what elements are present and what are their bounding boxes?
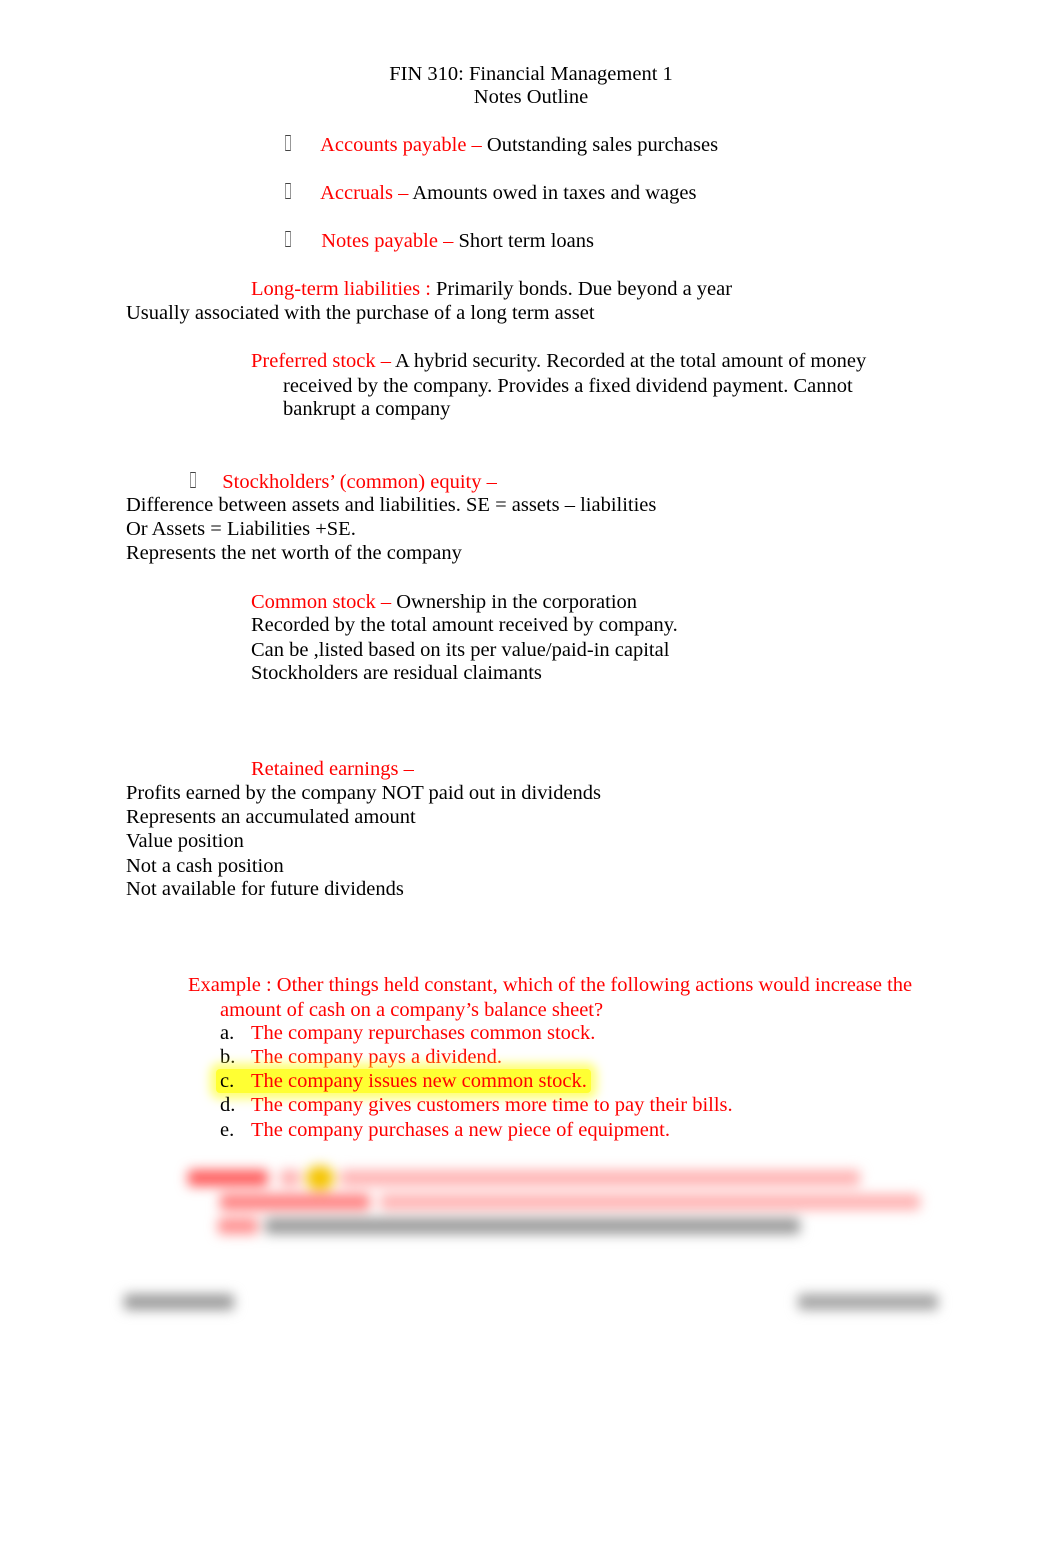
separator: – (481, 471, 497, 493)
document-subtitle: Notes Outline (473, 86, 589, 108)
example-question-cont: amount of cash on a company’s balance sh… (220, 999, 604, 1021)
term: Common stock (251, 591, 376, 613)
option-text: The company purchases a new piece of equ… (251, 1119, 670, 1141)
common-stock-line: Recorded by the total amount received by… (251, 614, 678, 636)
list-item-accounts-payable: Accounts payable – Outstanding sales pur… (283, 133, 718, 157)
retained-line: Value position (126, 830, 244, 852)
equity-line: Or Assets = Liabilities +SE. (126, 518, 356, 540)
blurred-text (280, 1170, 300, 1186)
definition: Primarily bonds. Due beyond a year (436, 278, 733, 300)
blurred-text (380, 1194, 920, 1210)
term: Notes payable (321, 230, 438, 252)
option-letter: a. (220, 1022, 235, 1044)
retained-line: Represents an accumulated amount (126, 806, 416, 828)
definition: Outstanding sales purchases (486, 134, 719, 156)
square-bullet-icon (285, 183, 291, 199)
blurred-footer-right (798, 1294, 938, 1310)
separator: – (466, 134, 487, 156)
retained-line: Not a cash position (126, 855, 284, 877)
blurred-text (218, 1218, 258, 1234)
term: Accounts payable (320, 134, 467, 156)
option-letter: e. (220, 1119, 235, 1141)
option-text: The company pays a dividend. (251, 1046, 503, 1068)
preferred-stock-line2: received by the company. Provides a fixe… (283, 375, 853, 397)
term: Accruals (320, 182, 393, 204)
blurred-highlight (306, 1166, 334, 1190)
option-c-highlighted: c. The company issues new common stock. (216, 1069, 591, 1093)
blurred-text (265, 1218, 800, 1234)
square-bullet-icon (190, 472, 196, 488)
blurred-text (340, 1170, 860, 1186)
blurred-footer-left (124, 1294, 234, 1310)
definition: A hybrid security. Recorded at the total… (395, 350, 867, 372)
term: Long-term liabilities (251, 278, 421, 300)
square-bullet-icon (285, 231, 291, 247)
option-text: The company gives customers more time to… (251, 1094, 733, 1116)
common-stock-line: Stockholders are residual claimants (251, 662, 542, 684)
blurred-text (188, 1170, 268, 1186)
preferred-stock: Preferred stock – A hybrid security. Rec… (251, 349, 866, 373)
term: Preferred stock (251, 350, 376, 372)
list-item-notes-payable: Notes payable – Short term loans (283, 229, 594, 253)
common-stock: Common stock – Ownership in the corporat… (251, 590, 637, 614)
document-title: FIN 310: Financial Management 1 (389, 63, 673, 85)
stockholders-equity-heading: Stockholders’ (common) equity – (188, 470, 497, 494)
option-a: a. The company repurchases common stock. (220, 1021, 595, 1045)
option-b: b. The company pays a dividend. (220, 1045, 502, 1069)
list-item-accruals: Accruals – Amounts owed in taxes and wag… (283, 181, 696, 205)
option-letter: d. (220, 1094, 236, 1116)
term: Stockholders’ (common) equity (222, 471, 482, 493)
equity-line: Represents the net worth of the company (126, 542, 462, 564)
long-term-liabilities: Long-term liabilities : Primarily bonds.… (251, 277, 732, 301)
equity-line: Difference between assets and liabilitie… (126, 494, 657, 516)
definition: Ownership in the corporation (396, 591, 638, 613)
separator: – (375, 591, 397, 613)
separator: – (437, 230, 459, 252)
definition: Amounts owed in taxes and wages (412, 182, 697, 204)
retained-line: Not available for future dividends (126, 878, 404, 900)
option-letter: b. (220, 1046, 236, 1068)
term: Retained earnings (251, 758, 399, 780)
retained-earnings-heading: Retained earnings – (251, 757, 414, 781)
option-d: d. The company gives customers more time … (220, 1093, 733, 1117)
separator: – (392, 182, 413, 204)
common-stock-line: Can be ,listed based on its per value/pa… (251, 639, 670, 661)
long-term-note: Usually associated with the purchase of … (126, 302, 595, 324)
square-bullet-icon (285, 135, 291, 151)
option-letter: c. (220, 1070, 235, 1092)
definition: Short term loans (458, 230, 594, 252)
option-e: e. The company purchases a new piece of e… (220, 1118, 670, 1142)
blurred-text (220, 1194, 370, 1210)
preferred-stock-line3: bankrupt a company (283, 398, 451, 420)
retained-line: Profits earned by the company NOT paid o… (126, 782, 602, 804)
example-question: Example : Other things held constant, wh… (188, 974, 913, 996)
option-text: The company issues new common stock. (251, 1070, 587, 1092)
separator: : (420, 278, 437, 300)
option-text: The company repurchases common stock. (251, 1022, 596, 1044)
separator: – (375, 350, 396, 372)
separator: – (398, 758, 414, 780)
